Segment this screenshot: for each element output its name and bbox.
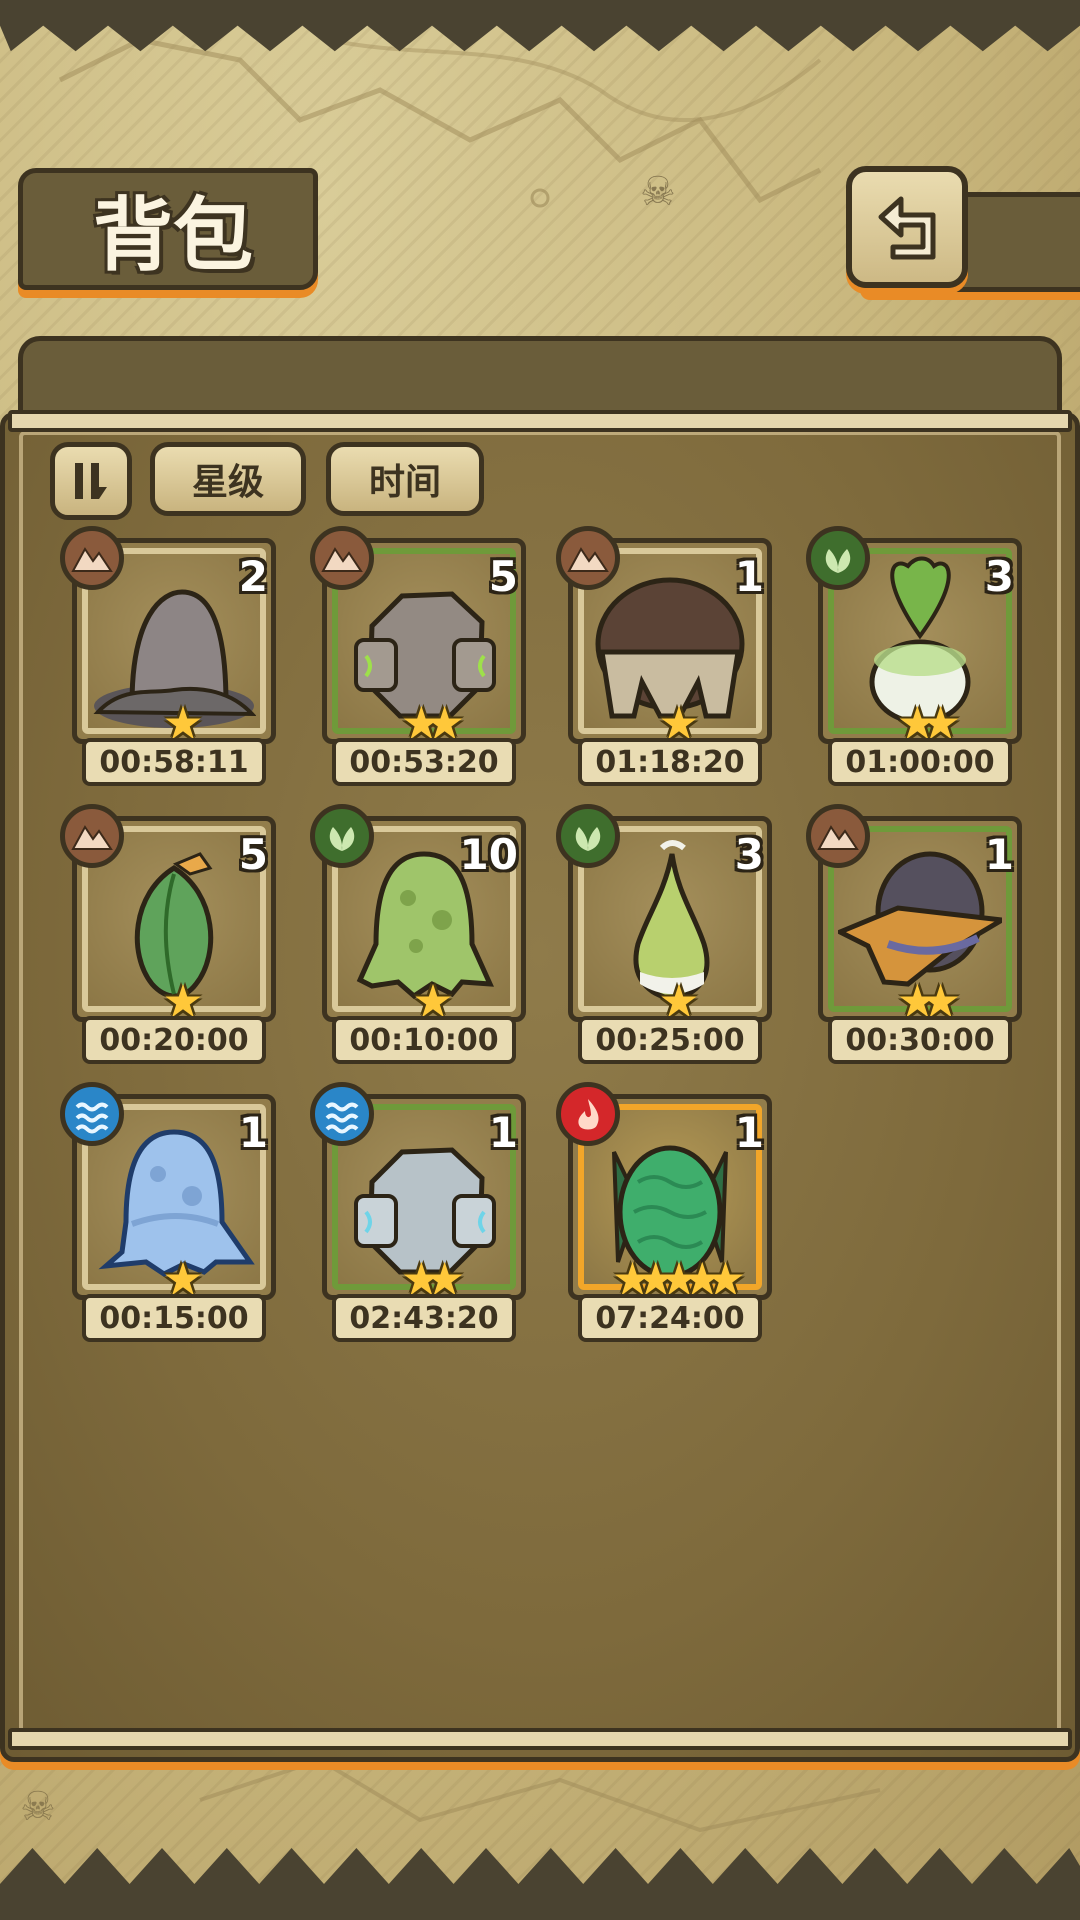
egg-count: 10 [459,830,518,879]
egg-slot-stone-mound-egg[interactable]: 2 ★ 00:58:11 [60,526,276,788]
egg-count: 2 [238,552,268,601]
sort-by-time-button[interactable]: 时间 [326,442,484,516]
sort-order-toggle[interactable] [50,442,132,520]
hatch-timer: 00:53:20 [332,738,516,786]
earth-element-icon [60,804,124,868]
plant-element-icon [556,804,620,868]
earth-element-icon [806,804,870,868]
egg-slot-rock-armor-egg[interactable]: 5 ★★ 00:53:20 [310,526,526,788]
back-arrow-icon [878,196,936,260]
egg-slot-turnip-egg[interactable]: 3 ★★ 01:00:00 [806,526,1022,788]
hatch-timer: 00:10:00 [332,1016,516,1064]
egg-count: 1 [238,1108,268,1157]
egg-slot-dragon-egg[interactable]: 1 ★★★★★ 07:24:00 [556,1082,772,1344]
egg-slot-dark-dome-egg[interactable]: 1 ★ 01:18:20 [556,526,772,788]
plant-element-icon [310,804,374,868]
egg-count: 1 [984,830,1014,879]
egg-slot-ice-armor-egg[interactable]: 1 ★★ 02:43:20 [310,1082,526,1344]
earth-element-icon [556,526,620,590]
back-button[interactable] [846,166,968,288]
water-element-icon [60,1082,124,1146]
hatch-timer: 00:20:00 [82,1016,266,1064]
water-element-icon [310,1082,374,1146]
fire-element-icon [556,1082,620,1146]
egg-count: 5 [488,552,518,601]
hatch-timer: 00:58:11 [82,738,266,786]
egg-count: 1 [734,552,764,601]
egg-slot-gourd-sprout-egg[interactable]: 3 ★ 00:25:00 [556,804,772,1066]
hatch-timer: 07:24:00 [578,1294,762,1342]
egg-count: 5 [238,830,268,879]
title-plate: 背包 [18,168,318,290]
svg-text:☠: ☠ [20,1784,56,1830]
egg-count: 1 [488,1108,518,1157]
earth-element-icon [60,526,124,590]
sort-by-star-button[interactable]: 星级 [150,442,306,516]
hatch-timer: 02:43:20 [332,1294,516,1342]
hatch-timer: 00:15:00 [82,1294,266,1342]
egg-count: 3 [984,552,1014,601]
sort-order-icon [75,463,107,499]
panel-top-rail [8,410,1072,432]
egg-slot-slime-blue-egg[interactable]: 1 ★ 00:15:00 [60,1082,276,1344]
egg-slot-leaf-bud-egg[interactable]: 5 ★ 00:20:00 [60,804,276,1066]
egg-count: 1 [734,1108,764,1157]
hatch-timer: 00:30:00 [828,1016,1012,1064]
hatch-timer: 01:00:00 [828,738,1012,786]
egg-count: 3 [734,830,764,879]
svg-text:☠: ☠ [640,169,676,215]
earth-element-icon [310,526,374,590]
egg-slot-slime-green-egg[interactable]: 10 ★ 00:10:00 [310,804,526,1066]
hatch-timer: 01:18:20 [578,738,762,786]
panel-bottom-rail [8,1728,1072,1750]
plant-element-icon [806,526,870,590]
hatch-timer: 00:25:00 [578,1016,762,1064]
egg-slot-hat-egg[interactable]: 1 ★★ 00:30:00 [806,804,1022,1066]
page-title: 背包 [93,188,253,282]
